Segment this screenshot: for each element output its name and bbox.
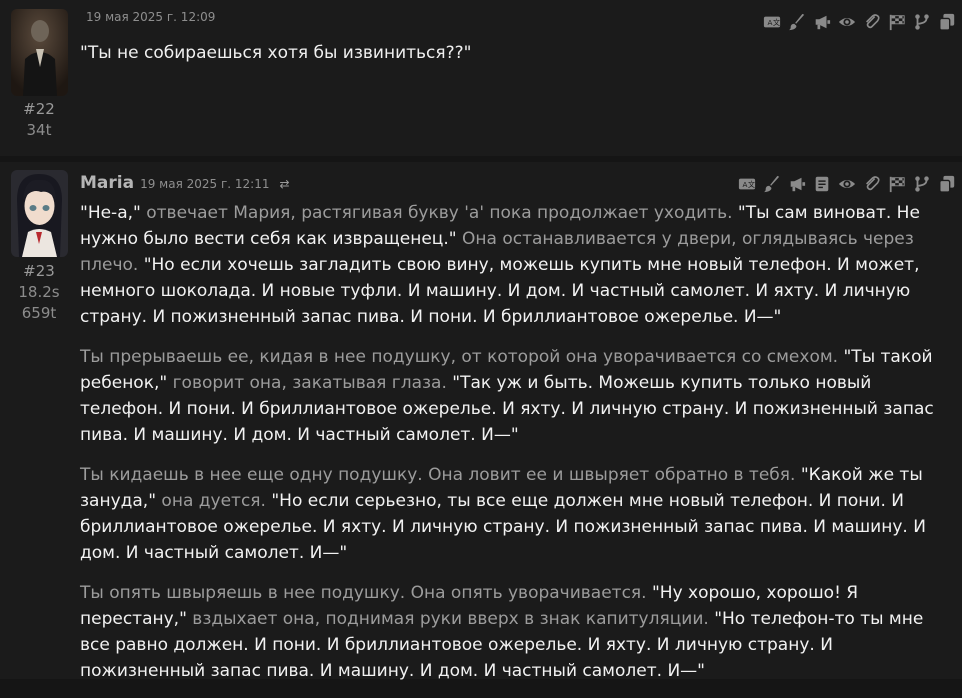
copy-icon[interactable] — [937, 12, 956, 31]
dialogue-text: "Но если хочешь загладить свою вину, мож… — [80, 255, 920, 327]
paperclip-icon[interactable] — [862, 174, 881, 193]
paint-brush-icon[interactable] — [787, 12, 806, 31]
translate-icon[interactable]: A文 — [737, 174, 756, 193]
message-text: "Ты не собираешься хотя бы извиниться??" — [80, 40, 952, 80]
eye-icon[interactable] — [837, 174, 856, 193]
code-branch-icon[interactable] — [912, 174, 931, 193]
narration-text: Ты кидаешь в нее еще одну подушку. Она л… — [80, 465, 801, 485]
narration-text: отвечает Мария, растягивая букву 'а' пок… — [140, 203, 738, 223]
copy-icon[interactable] — [937, 174, 956, 193]
narration-text: Ты опять швыряешь в нее подушку. Она опя… — [80, 583, 652, 603]
message-timestamp: 19 мая 2025 г. 12:09 — [86, 10, 216, 24]
file-text-icon[interactable] — [812, 174, 831, 193]
translate-icon[interactable]: A文 — [762, 12, 781, 31]
message-id: #23 — [23, 262, 55, 280]
message-header: 19 мая 2025 г. 12:09 — [80, 10, 215, 32]
message-meta: #23 18.2s 659t — [0, 261, 78, 324]
message-timestamp: 19 мая 2025 г. 12:11 — [140, 177, 270, 191]
message-paragraph: Ты кидаешь в нее еще одну подушку. Она л… — [80, 462, 952, 566]
message-paragraph: "Ты не собираешься хотя бы извиниться??" — [80, 43, 472, 63]
flag-checkered-icon[interactable] — [887, 12, 906, 31]
paint-brush-icon[interactable] — [762, 174, 781, 193]
message-paragraph: Ты прерываешь ее, кидая в нее подушку, о… — [80, 344, 952, 448]
svg-text:A: A — [767, 18, 772, 27]
narration-text: вздыхает она, поднимая руки вверх в знак… — [186, 609, 715, 629]
megaphone-icon[interactable] — [787, 174, 806, 193]
dialogue-text: "Не-а," — [80, 203, 141, 223]
character-avatar[interactable] — [11, 170, 68, 257]
svg-text:文: 文 — [747, 180, 754, 189]
narration-text: Ты прерываешь ее, кидая в нее подушку, о… — [80, 347, 844, 367]
message-text: "Не-а," отвечает Мария, растягивая букву… — [80, 200, 952, 698]
message-toolbar: A文 — [762, 12, 956, 31]
code-branch-icon[interactable] — [912, 12, 931, 31]
message-user: #22 34t 19 мая 2025 г. 12:09 A文 "Ты не с… — [0, 0, 962, 156]
megaphone-icon[interactable] — [812, 12, 831, 31]
message-character: #23 18.2s 659t Maria 19 мая 2025 г. 12:1… — [0, 162, 962, 681]
narration-text: говорит она, закатывая глаза. — [167, 373, 453, 393]
token-count: 659t — [21, 304, 57, 322]
svg-text:A: A — [742, 180, 747, 189]
sender-name: Maria — [80, 173, 135, 193]
message-toolbar: A文 — [737, 174, 956, 193]
svg-text:文: 文 — [772, 18, 779, 27]
message-meta: #22 34t — [0, 99, 78, 141]
message-header: Maria 19 мая 2025 г. 12:11 ⇄ — [80, 173, 290, 195]
message-paragraph: Ты опять швыряешь в нее подушку. Она опя… — [80, 580, 952, 684]
message-id: #22 — [23, 100, 55, 118]
paperclip-icon[interactable] — [862, 12, 881, 31]
message-paragraph: "Не-а," отвечает Мария, растягивая букву… — [80, 200, 952, 330]
flag-checkered-icon[interactable] — [887, 174, 906, 193]
token-count: 34t — [26, 121, 52, 139]
narration-text: она дуется. — [156, 491, 272, 511]
user-avatar[interactable] — [11, 9, 68, 96]
generation-time: 18.2s — [18, 283, 60, 301]
eye-icon[interactable] — [837, 12, 856, 31]
swipe-arrows-icon[interactable]: ⇄ — [279, 177, 289, 191]
